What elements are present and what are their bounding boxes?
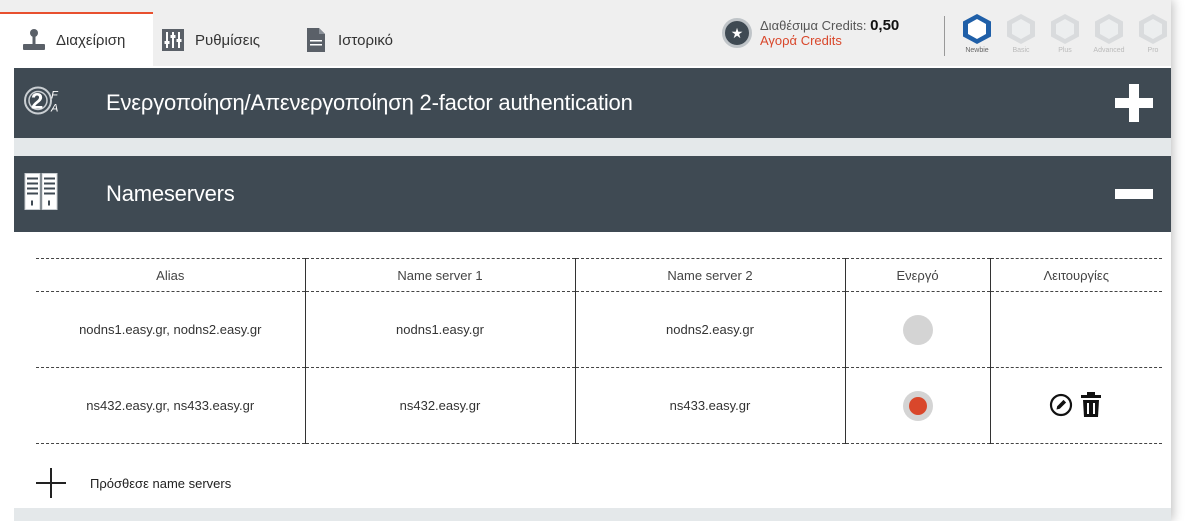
cell-active <box>844 367 990 444</box>
2fa-fingerprint-icon: 2 F A <box>24 79 64 128</box>
nameservers-section-title: Nameservers <box>106 181 235 206</box>
level-badge-pro: Pro <box>1131 14 1175 54</box>
divider <box>944 16 945 56</box>
collapse-minus-icon[interactable] <box>1115 175 1153 213</box>
add-nameservers-label: Πρόσθεσε name servers <box>90 475 232 491</box>
credits-value: 0,50 <box>870 17 900 34</box>
cell-active <box>844 291 990 368</box>
document-icon <box>302 26 330 54</box>
twofa-section-header[interactable]: 2 F A Ενεργοποίηση/Απενεργοποίηση 2-fact… <box>14 68 1171 138</box>
page-frame: Διαχείριση Ρυθμίσεις Ιστορικό ★ Διαθέσιμ… <box>0 0 1171 521</box>
expand-plus-icon[interactable] <box>1115 84 1153 122</box>
joystick-icon <box>20 26 48 54</box>
section-gap <box>14 138 1171 156</box>
delete-trash-icon[interactable] <box>1079 391 1103 418</box>
column-header-ns2: Name server 2 <box>574 258 845 292</box>
active-status-dot[interactable] <box>902 390 933 421</box>
cell-alias: ns432.easy.gr, ns433.easy.gr <box>36 367 305 444</box>
crown-badge-icon <box>963 14 991 44</box>
crown-badge-icon <box>1007 14 1035 44</box>
svg-text:A: A <box>50 103 58 115</box>
level-badge-newbie: Newbie <box>955 14 999 54</box>
level-badge-advanced: Advanced <box>1087 14 1131 54</box>
plus-icon <box>36 468 66 498</box>
cell-ns1: ns432.easy.gr <box>304 367 575 444</box>
cell-actions <box>989 291 1162 368</box>
tab-settings[interactable]: Ρυθμίσεις <box>153 14 293 66</box>
inactive-status-dot[interactable] <box>902 314 933 345</box>
column-header-active: Ενεργό <box>844 258 990 292</box>
crown-badge-icon <box>1051 14 1079 44</box>
server-racks-icon <box>24 173 58 216</box>
edit-pencil-icon[interactable] <box>1049 392 1073 418</box>
sliders-icon <box>159 26 187 54</box>
top-bar: Διαχείριση Ρυθμίσεις Ιστορικό ★ Διαθέσιμ… <box>0 0 1171 66</box>
credits-label: Διαθέσιμα Credits: <box>760 18 867 33</box>
cell-actions <box>989 367 1162 444</box>
credits-widget: ★ Διαθέσιμα Credits: 0,50 Αγορά Credits <box>722 18 899 48</box>
cell-ns2: ns433.easy.gr <box>574 367 845 444</box>
column-header-actions: Λειτουργίες <box>989 258 1162 292</box>
star-coin-icon: ★ <box>722 18 752 48</box>
cell-ns2: nodns2.easy.gr <box>574 291 845 368</box>
tab-settings-label: Ρυθμίσεις <box>195 31 261 49</box>
column-header-alias: Alias <box>36 258 305 292</box>
level-badges: Newbie Basic Plus Advanced Pro <box>955 14 1175 54</box>
level-badge-basic: Basic <box>999 14 1043 54</box>
buy-credits-link[interactable]: Αγορά Credits <box>760 33 899 48</box>
panel-footer-strip <box>14 508 1171 521</box>
svg-text:2: 2 <box>31 89 43 114</box>
column-header-ns1: Name server 1 <box>304 258 575 292</box>
nameservers-panel: Alias Name server 1 Name server 2 Ενεργό… <box>14 232 1171 508</box>
table-row: ns432.easy.gr, ns433.easy.gr ns432.easy.… <box>36 367 1162 444</box>
crown-badge-icon <box>1139 14 1167 44</box>
tab-history[interactable]: Ιστορικό <box>300 14 450 66</box>
cell-ns1: nodns1.easy.gr <box>304 291 575 368</box>
level-badge-plus: Plus <box>1043 14 1087 54</box>
tab-management[interactable]: Διαχείριση <box>0 12 153 66</box>
crown-badge-icon <box>1095 14 1123 44</box>
nameservers-section-header[interactable]: Nameservers <box>14 156 1171 232</box>
table-row: nodns1.easy.gr, nodns2.easy.gr nodns1.ea… <box>36 291 1162 368</box>
tab-history-label: Ιστορικό <box>338 31 394 49</box>
add-nameservers-button[interactable]: Πρόσθεσε name servers <box>36 468 231 498</box>
tab-management-label: Διαχείριση <box>56 31 126 49</box>
twofa-section-title: Ενεργοποίηση/Απενεργοποίηση 2-factor aut… <box>106 90 633 115</box>
svg-text:F: F <box>51 90 59 102</box>
cell-alias: nodns1.easy.gr, nodns2.easy.gr <box>36 291 305 368</box>
nameservers-table: Alias Name server 1 Name server 2 Ενεργό… <box>36 258 1162 444</box>
table-header-row: Alias Name server 1 Name server 2 Ενεργό… <box>36 258 1162 292</box>
